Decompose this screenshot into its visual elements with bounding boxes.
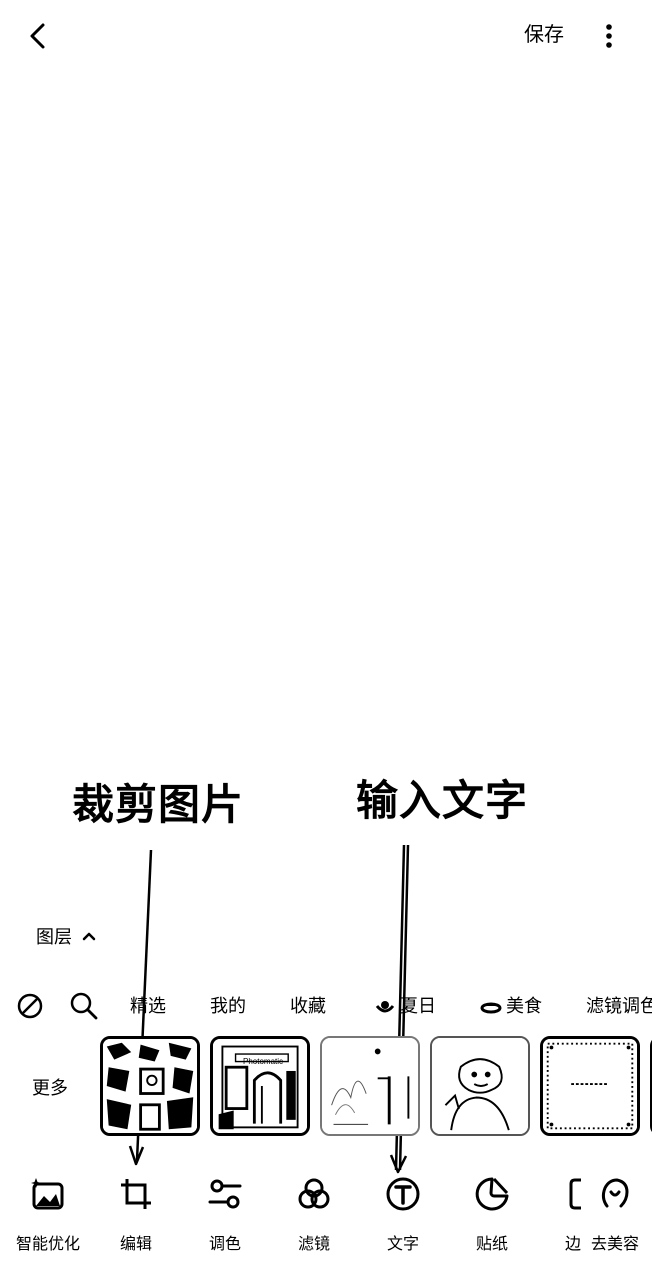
search-icon bbox=[70, 992, 98, 1020]
filter-circles-icon bbox=[298, 1178, 330, 1209]
tool-edit[interactable]: 编辑 bbox=[96, 1176, 176, 1256]
annotation-text-label: 输入文字 bbox=[356, 777, 529, 824]
tool-auto-enhance[interactable]: 智能优化 bbox=[8, 1176, 88, 1256]
tool-label: 智能优化 bbox=[15, 1236, 80, 1253]
tool-adjust[interactable]: 调色 bbox=[185, 1176, 265, 1256]
tool-label: 边 bbox=[564, 1236, 581, 1253]
adjust-sliders-icon bbox=[208, 1179, 242, 1209]
layers-toggle[interactable]: 图层 bbox=[36, 922, 96, 950]
image-canvas[interactable] bbox=[0, 70, 652, 770]
summer-icon bbox=[375, 1001, 395, 1013]
tool-label: 滤镜 bbox=[297, 1236, 330, 1253]
tab-summer[interactable]: 夏日 bbox=[374, 992, 436, 1020]
tool-label: 贴纸 bbox=[475, 1236, 508, 1253]
template-1-image bbox=[103, 1039, 197, 1133]
vertical-dots-icon bbox=[606, 24, 612, 48]
tool-filter[interactable]: 滤镜 bbox=[274, 1176, 354, 1256]
tab-filter-color[interactable]: 滤镜调色 bbox=[586, 992, 652, 1020]
more-options-button[interactable] bbox=[594, 18, 624, 54]
tab-mine[interactable]: 我的 bbox=[210, 992, 246, 1020]
tab-label: 收藏 bbox=[290, 996, 326, 1016]
tool-label: 编辑 bbox=[119, 1236, 152, 1253]
tab-label: 美食 bbox=[506, 996, 542, 1016]
save-button[interactable]: 保存 bbox=[514, 20, 574, 50]
template-thumb-3[interactable] bbox=[320, 1036, 420, 1136]
search-button[interactable] bbox=[66, 988, 102, 1024]
beauty-icon bbox=[601, 1178, 629, 1208]
sticker-icon bbox=[475, 1177, 509, 1211]
back-button[interactable] bbox=[20, 18, 56, 54]
tool-label: 调色 bbox=[208, 1236, 241, 1253]
template-3-image bbox=[322, 1038, 418, 1134]
filter-category-row: 精选 我的 收藏 夏日 美食 滤镜调色 bbox=[0, 986, 652, 1026]
template-thumb-5[interactable] bbox=[540, 1036, 640, 1136]
text-t-icon bbox=[386, 1177, 420, 1211]
auto-enhance-icon bbox=[31, 1178, 64, 1210]
food-icon bbox=[480, 1002, 502, 1014]
tab-label: 精选 bbox=[130, 996, 166, 1016]
template-thumb-1[interactable] bbox=[100, 1036, 200, 1136]
tool-text[interactable]: 文字 bbox=[363, 1176, 443, 1256]
template-4-image bbox=[432, 1038, 528, 1134]
no-filter-icon bbox=[17, 993, 43, 1019]
template-thumb-4[interactable] bbox=[430, 1036, 530, 1136]
tab-favorites[interactable]: 收藏 bbox=[290, 992, 326, 1020]
tab-featured[interactable]: 精选 bbox=[130, 992, 166, 1020]
template-2-caption: Photomatic bbox=[243, 1057, 284, 1066]
annotation-crop-label: 裁剪图片 bbox=[72, 781, 245, 828]
tool-label: 文字 bbox=[386, 1236, 419, 1253]
chevron-up-icon bbox=[82, 932, 96, 941]
tool-beauty[interactable]: 去美容 bbox=[582, 1176, 648, 1256]
tab-food[interactable]: 美食 bbox=[480, 992, 542, 1020]
tool-sticker[interactable]: 贴纸 bbox=[452, 1176, 532, 1256]
more-templates-button[interactable]: 更多 bbox=[32, 1074, 68, 1100]
tab-label: 我的 bbox=[210, 996, 246, 1016]
tool-label: 去美容 bbox=[590, 1236, 639, 1253]
template-thumb-2[interactable]: Photomatic bbox=[210, 1036, 310, 1136]
tab-label: 滤镜调色 bbox=[586, 996, 652, 1016]
crop-icon bbox=[121, 1179, 151, 1209]
template-5-image bbox=[543, 1039, 637, 1133]
tab-label: 夏日 bbox=[400, 996, 436, 1016]
layers-label: 图层 bbox=[36, 927, 72, 947]
template-2-image bbox=[213, 1039, 307, 1133]
no-filter-button[interactable] bbox=[12, 988, 48, 1024]
chevron-left-icon bbox=[30, 23, 45, 49]
